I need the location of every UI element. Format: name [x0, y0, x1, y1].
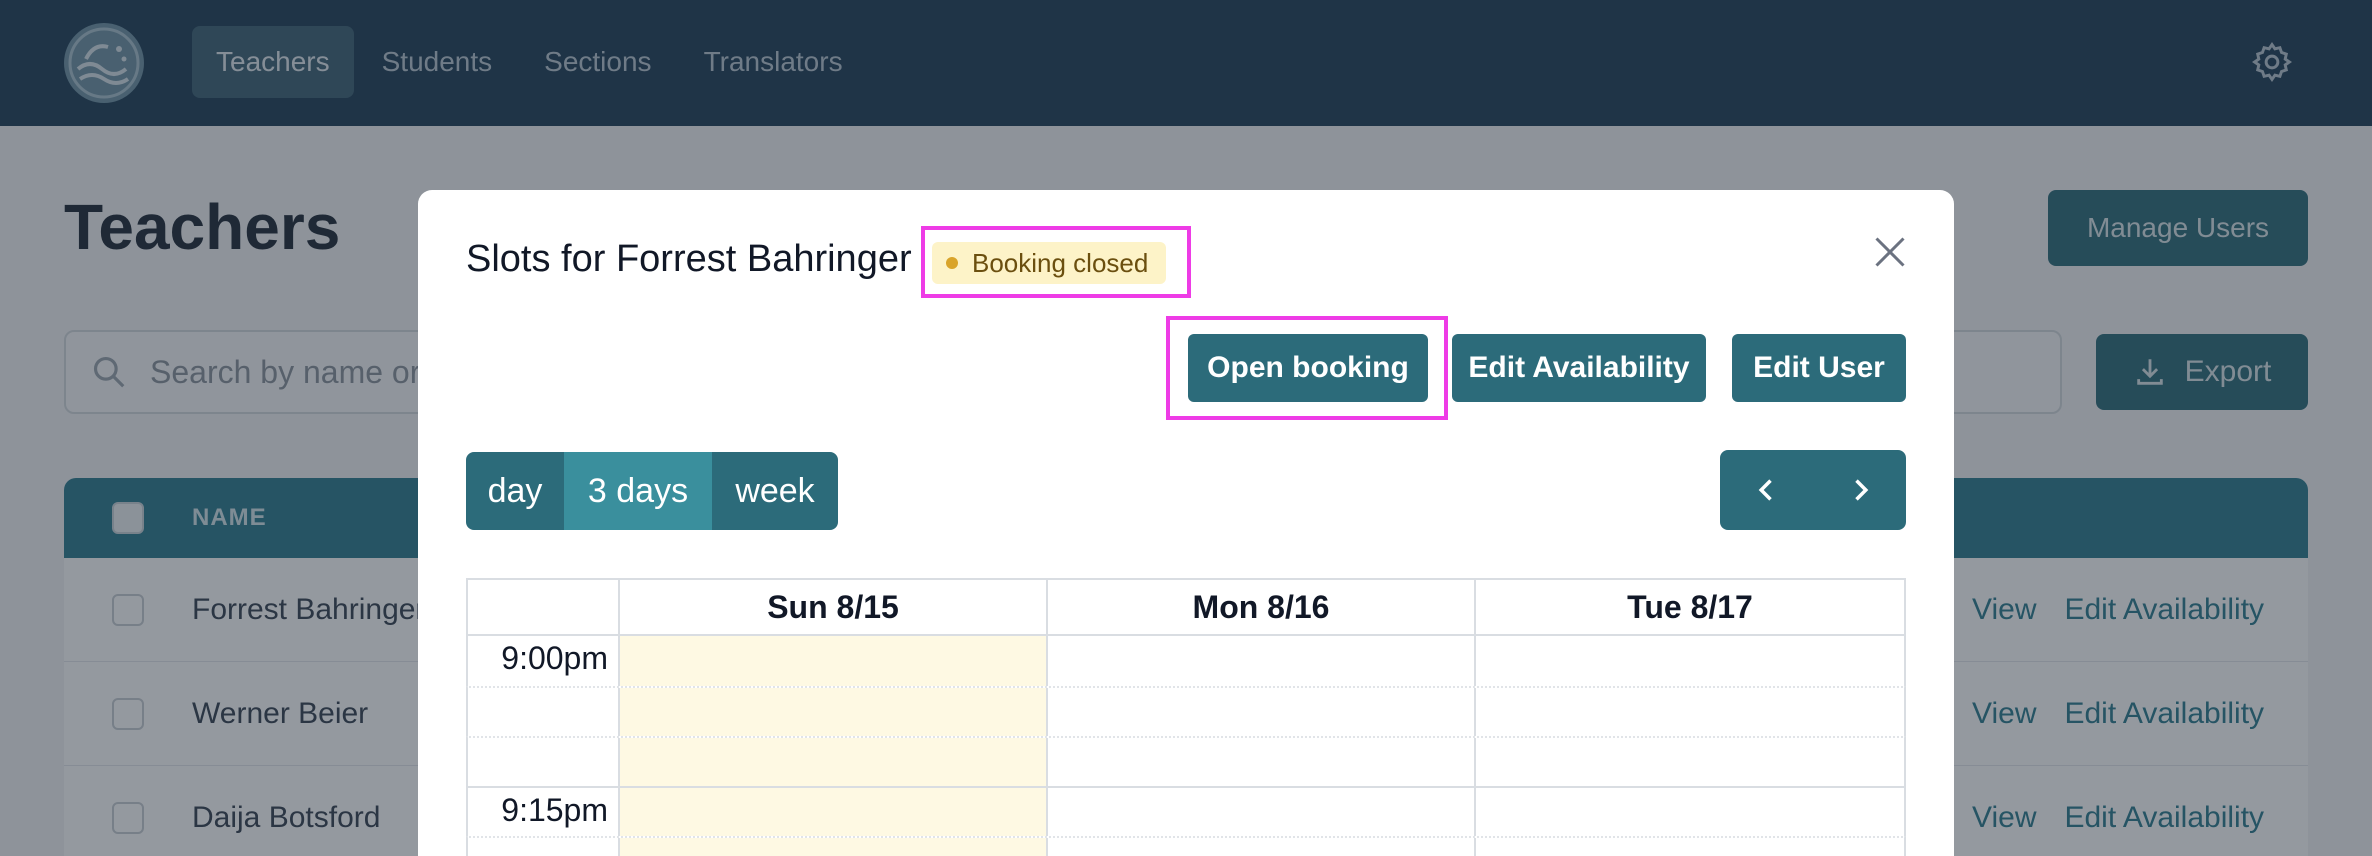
- edit-availability-button[interactable]: Edit Availability: [1452, 334, 1706, 402]
- time-gutter-header: [468, 580, 620, 634]
- day-header: Sun 8/15: [620, 580, 1048, 634]
- view-3days-button[interactable]: 3 days: [564, 452, 712, 530]
- time-slot[interactable]: [620, 788, 1048, 836]
- time-slot[interactable]: [1476, 688, 1904, 736]
- calendar-header: Sun 8/15 Mon 8/16 Tue 8/17: [466, 578, 1906, 636]
- close-icon[interactable]: [1872, 234, 1908, 270]
- previous-button[interactable]: [1720, 450, 1813, 530]
- time-slot[interactable]: [620, 838, 1048, 856]
- view-week-button[interactable]: week: [712, 452, 838, 530]
- time-label: 9:15pm: [468, 788, 620, 836]
- time-slot[interactable]: [620, 688, 1048, 736]
- chevron-left-icon: [1758, 479, 1772, 501]
- day-header: Mon 8/16: [1048, 580, 1476, 634]
- time-slot-row: 9:15pm: [466, 786, 1906, 836]
- next-button[interactable]: [1813, 450, 1906, 530]
- time-slot-row: [466, 686, 1906, 736]
- time-slot[interactable]: [1048, 788, 1476, 836]
- highlight-box: [921, 226, 1191, 298]
- time-slot-row: 9:00pm: [466, 636, 1906, 686]
- time-label-empty: [468, 838, 620, 856]
- time-slot[interactable]: [1476, 788, 1904, 836]
- time-label-empty: [468, 688, 620, 736]
- time-slot[interactable]: [1476, 636, 1904, 686]
- modal-title: Slots for Forrest Bahringer: [466, 238, 912, 280]
- calendar-pager: [1720, 450, 1906, 530]
- time-label-empty: [468, 738, 620, 786]
- time-slot[interactable]: [1048, 688, 1476, 736]
- slots-modal: Slots for Forrest Bahringer Booking clos…: [418, 190, 1954, 856]
- time-slot[interactable]: [1476, 838, 1904, 856]
- calendar-view-toggle: day 3 days week: [466, 452, 838, 530]
- time-slot-row: [466, 836, 1906, 856]
- highlight-box: [1166, 316, 1448, 420]
- time-slot[interactable]: [1048, 838, 1476, 856]
- time-slot[interactable]: [1048, 636, 1476, 686]
- calendar-grid: Sun 8/15 Mon 8/16 Tue 8/17 9:00pm 9:15pm: [466, 578, 1906, 856]
- time-slot[interactable]: [1476, 738, 1904, 786]
- time-slot[interactable]: [1048, 738, 1476, 786]
- time-label: 9:00pm: [468, 636, 620, 686]
- time-slot[interactable]: [620, 738, 1048, 786]
- time-slot[interactable]: [620, 636, 1048, 686]
- time-slot-row: [466, 736, 1906, 786]
- chevron-right-icon: [1854, 479, 1868, 501]
- view-day-button[interactable]: day: [466, 452, 564, 530]
- edit-user-button[interactable]: Edit User: [1732, 334, 1906, 402]
- day-header: Tue 8/17: [1627, 588, 1753, 625]
